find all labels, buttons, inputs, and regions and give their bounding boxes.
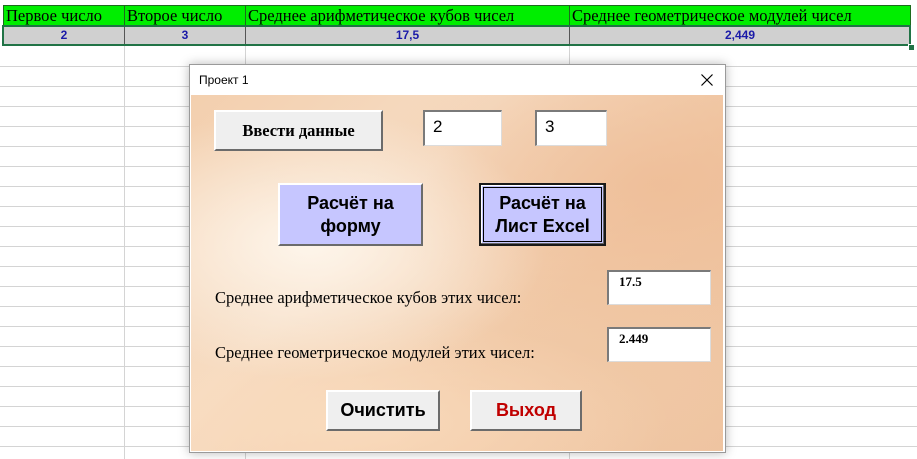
calc-to-sheet-button-label: Расчёт на Лист Excel [495, 192, 590, 236]
arith-mean-label: Среднее арифметическое кубов этих чисел: [215, 288, 522, 307]
fill-handle[interactable] [908, 44, 915, 51]
calc-to-sheet-button[interactable]: Расчёт на Лист Excel [479, 183, 606, 246]
dialog-client-area: Ввести данные 2 3 Расчёт на форму Расчёт… [191, 95, 723, 451]
geom-mean-label: Среднее геометрическое модулей этих чисе… [215, 343, 535, 362]
header-cell-arith-mean[interactable]: Среднее арифметическое кубов чисел [245, 5, 569, 26]
close-button[interactable] [689, 65, 725, 95]
value-cell-arith-mean[interactable]: 17,5 [245, 26, 569, 46]
enter-data-button-label: Ввести данные [242, 120, 355, 140]
calc-to-form-button-label: Расчёт на форму [307, 192, 394, 236]
value-row: 2 3 17,5 2,449 [3, 26, 911, 46]
exit-button[interactable]: Выход [470, 390, 582, 431]
userform-dialog: Проект 1 Ввести данные 2 3 Расчёт на фор… [189, 64, 726, 453]
close-icon [701, 74, 713, 86]
grid-column-line [124, 46, 125, 459]
arith-mean-output[interactable]: 17.5 [607, 270, 711, 305]
enter-data-button[interactable]: Ввести данные [214, 110, 383, 151]
value-cell-second-number[interactable]: 3 [124, 26, 245, 46]
calc-to-form-button[interactable]: Расчёт на форму [278, 183, 423, 246]
dialog-title: Проект 1 [199, 73, 249, 87]
geom-mean-output[interactable]: 2.449 [607, 327, 711, 362]
header-cell-second-number[interactable]: Второе число [124, 5, 245, 26]
header-cell-first-number[interactable]: Первое число [3, 5, 124, 26]
second-number-input[interactable]: 3 [535, 110, 607, 146]
exit-button-label: Выход [495, 400, 557, 420]
dialog-titlebar[interactable]: Проект 1 [190, 65, 725, 95]
clear-button[interactable]: Очистить [326, 390, 440, 431]
first-number-input[interactable]: 2 [423, 110, 502, 146]
clear-button-label: Очистить [340, 400, 426, 420]
value-cell-first-number[interactable]: 2 [3, 26, 124, 46]
value-cell-geom-mean[interactable]: 2,449 [569, 26, 911, 46]
header-cell-geom-mean[interactable]: Среднее геометрическое модулей чисел [569, 5, 911, 26]
header-row: Первое число Второе число Среднее арифме… [3, 5, 911, 26]
